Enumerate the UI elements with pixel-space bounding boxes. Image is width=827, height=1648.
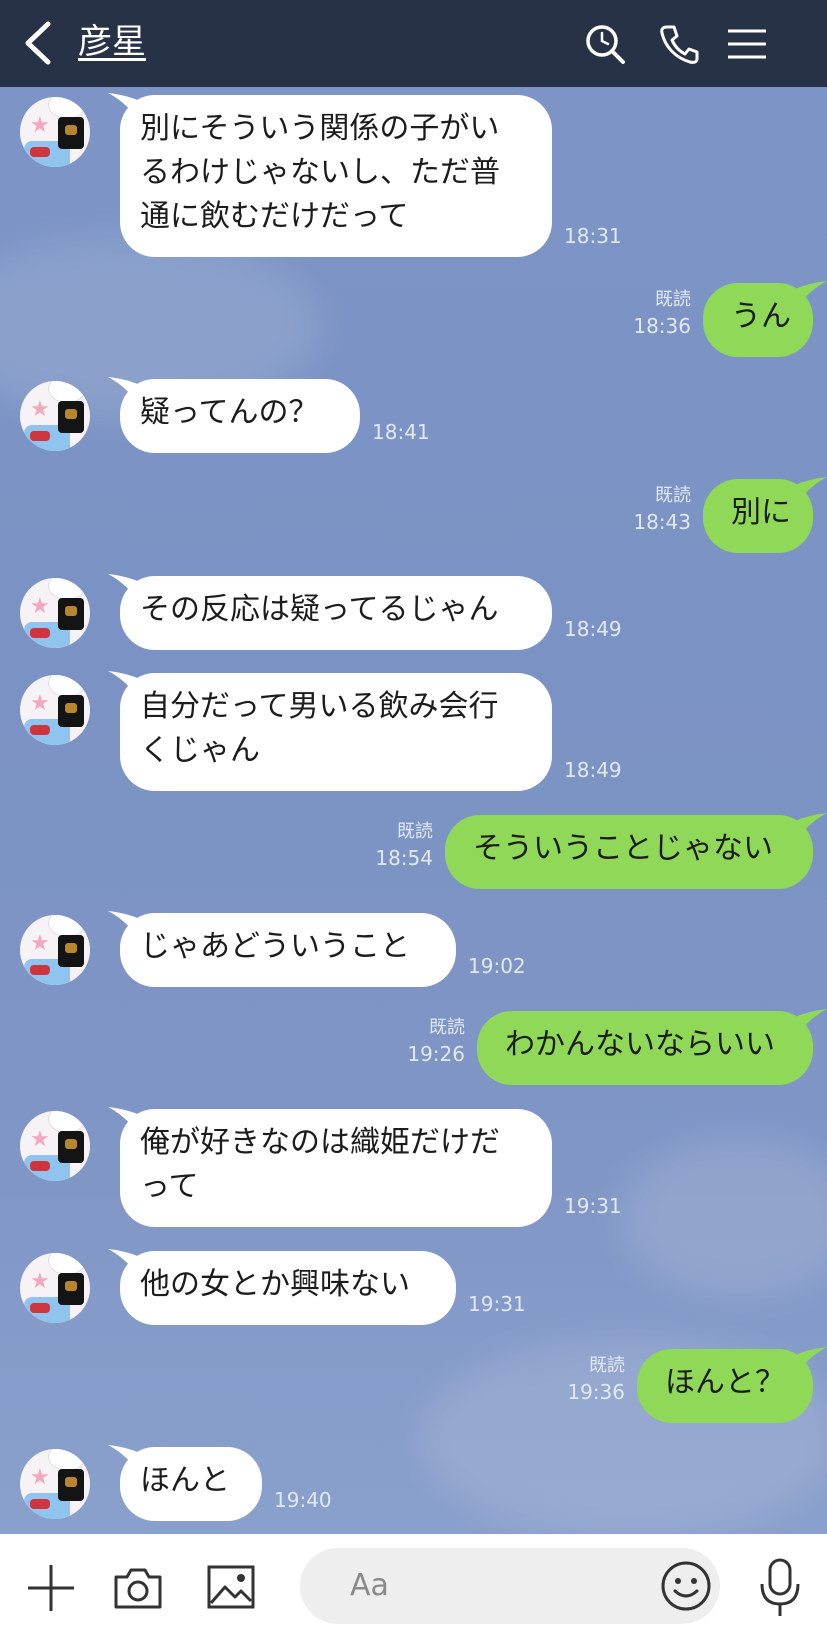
message-timestamp: 18:31 [564, 224, 622, 248]
chat-title[interactable]: 彦星 [78, 20, 146, 64]
message-timestamp: 19:31 [564, 1194, 622, 1218]
sender-avatar[interactable]: ★ [20, 1449, 90, 1519]
incoming-message-bubble[interactable]: じゃあどういうこと [120, 913, 456, 987]
message-timestamp: 19:26 [407, 1042, 465, 1066]
message-input[interactable]: Aa [300, 1548, 720, 1624]
incoming-message-bubble[interactable]: 疑ってんの？ [120, 379, 360, 453]
chat-area[interactable]: 別にそういう関係の子がい るわけじゃないし、ただ普 通に飲むだけだって うん 疑って… [0, 87, 827, 1534]
incoming-bubble-tail [108, 377, 140, 403]
message-timestamp: 18:54 [375, 846, 433, 870]
incoming-bubble-tail [108, 911, 140, 937]
message-timestamp: 19:36 [567, 1380, 625, 1404]
outgoing-message-bubble[interactable]: ほんと？ [637, 1349, 813, 1423]
background-cloud [620, 1137, 827, 1297]
read-receipt: 既読 [655, 485, 691, 506]
read-receipt: 既読 [397, 821, 433, 842]
header-bar: 彦星 [0, 0, 827, 87]
incoming-bubble-tail [108, 574, 140, 600]
incoming-message-bubble[interactable]: 他の女とか興味ない [120, 1251, 456, 1325]
incoming-bubble-tail [108, 93, 140, 119]
message-input-placeholder: Aa [350, 1568, 389, 1603]
outgoing-bubble-tail [795, 477, 827, 503]
outgoing-message-bubble[interactable]: そういうことじゃない [445, 815, 813, 889]
microphone-icon[interactable] [758, 1558, 802, 1618]
sender-avatar[interactable]: ★ [20, 1111, 90, 1181]
outgoing-bubble-tail [795, 813, 827, 839]
image-icon[interactable] [207, 1565, 255, 1609]
sender-avatar[interactable]: ★ [20, 381, 90, 451]
incoming-message-bubble[interactable]: 自分だって男いる飲み会行 くじゃん [120, 673, 552, 791]
message-timestamp: 19:40 [274, 1488, 332, 1512]
menu-icon[interactable] [726, 22, 768, 66]
message-timestamp: 18:43 [633, 510, 691, 534]
back-chevron-icon[interactable] [20, 20, 60, 66]
outgoing-bubble-tail [795, 1347, 827, 1373]
outgoing-bubble-tail [795, 281, 827, 307]
incoming-message-bubble[interactable]: その反応は疑ってるじゃん [120, 576, 552, 650]
message-timestamp: 18:41 [372, 420, 430, 444]
incoming-bubble-tail [108, 671, 140, 697]
sender-avatar[interactable]: ★ [20, 1253, 90, 1323]
message-timestamp: 19:02 [468, 954, 526, 978]
incoming-bubble-tail [108, 1249, 140, 1275]
message-timestamp: 19:31 [468, 1292, 526, 1316]
outgoing-bubble-tail [795, 1009, 827, 1035]
sender-avatar[interactable]: ★ [20, 578, 90, 648]
search-icon[interactable] [583, 22, 627, 66]
message-timestamp: 18:49 [564, 617, 622, 641]
plus-icon[interactable] [26, 1563, 76, 1613]
incoming-bubble-tail [108, 1107, 140, 1133]
emoji-icon[interactable] [660, 1560, 712, 1612]
read-receipt: 既読 [429, 1017, 465, 1038]
sender-avatar[interactable]: ★ [20, 675, 90, 745]
incoming-message-bubble[interactable]: 俺が好きなのは織姫だけだ って [120, 1109, 552, 1227]
sender-avatar[interactable]: ★ [20, 915, 90, 985]
message-timestamp: 18:36 [633, 314, 691, 338]
incoming-message-bubble[interactable]: 別にそういう関係の子がい るわけじゃないし、ただ普 通に飲むだけだって [120, 95, 552, 257]
outgoing-message-bubble[interactable]: わかんないならいい [477, 1011, 813, 1085]
message-timestamp: 18:49 [564, 758, 622, 782]
read-receipt: 既読 [589, 1355, 625, 1376]
camera-icon[interactable] [113, 1565, 163, 1611]
incoming-bubble-tail [108, 1445, 140, 1471]
read-receipt: 既読 [655, 289, 691, 310]
phone-icon[interactable] [657, 22, 701, 66]
sender-avatar[interactable]: ★ [20, 97, 90, 167]
